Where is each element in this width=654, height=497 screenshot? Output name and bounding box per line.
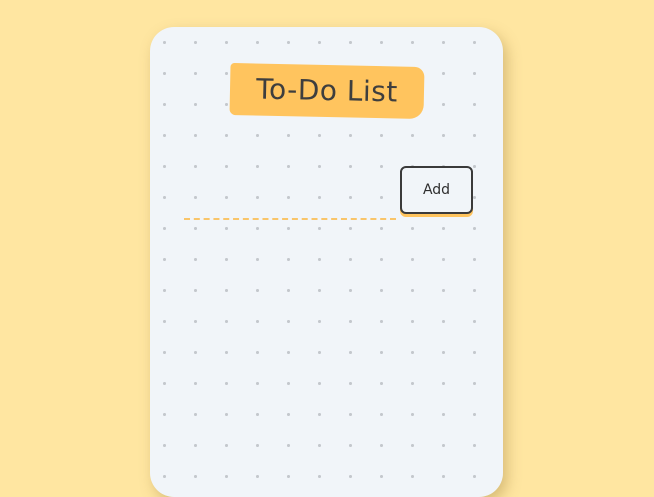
task-input[interactable]	[184, 190, 396, 220]
add-button[interactable]: Add	[400, 166, 473, 214]
page-title: To-Do List	[255, 72, 399, 109]
